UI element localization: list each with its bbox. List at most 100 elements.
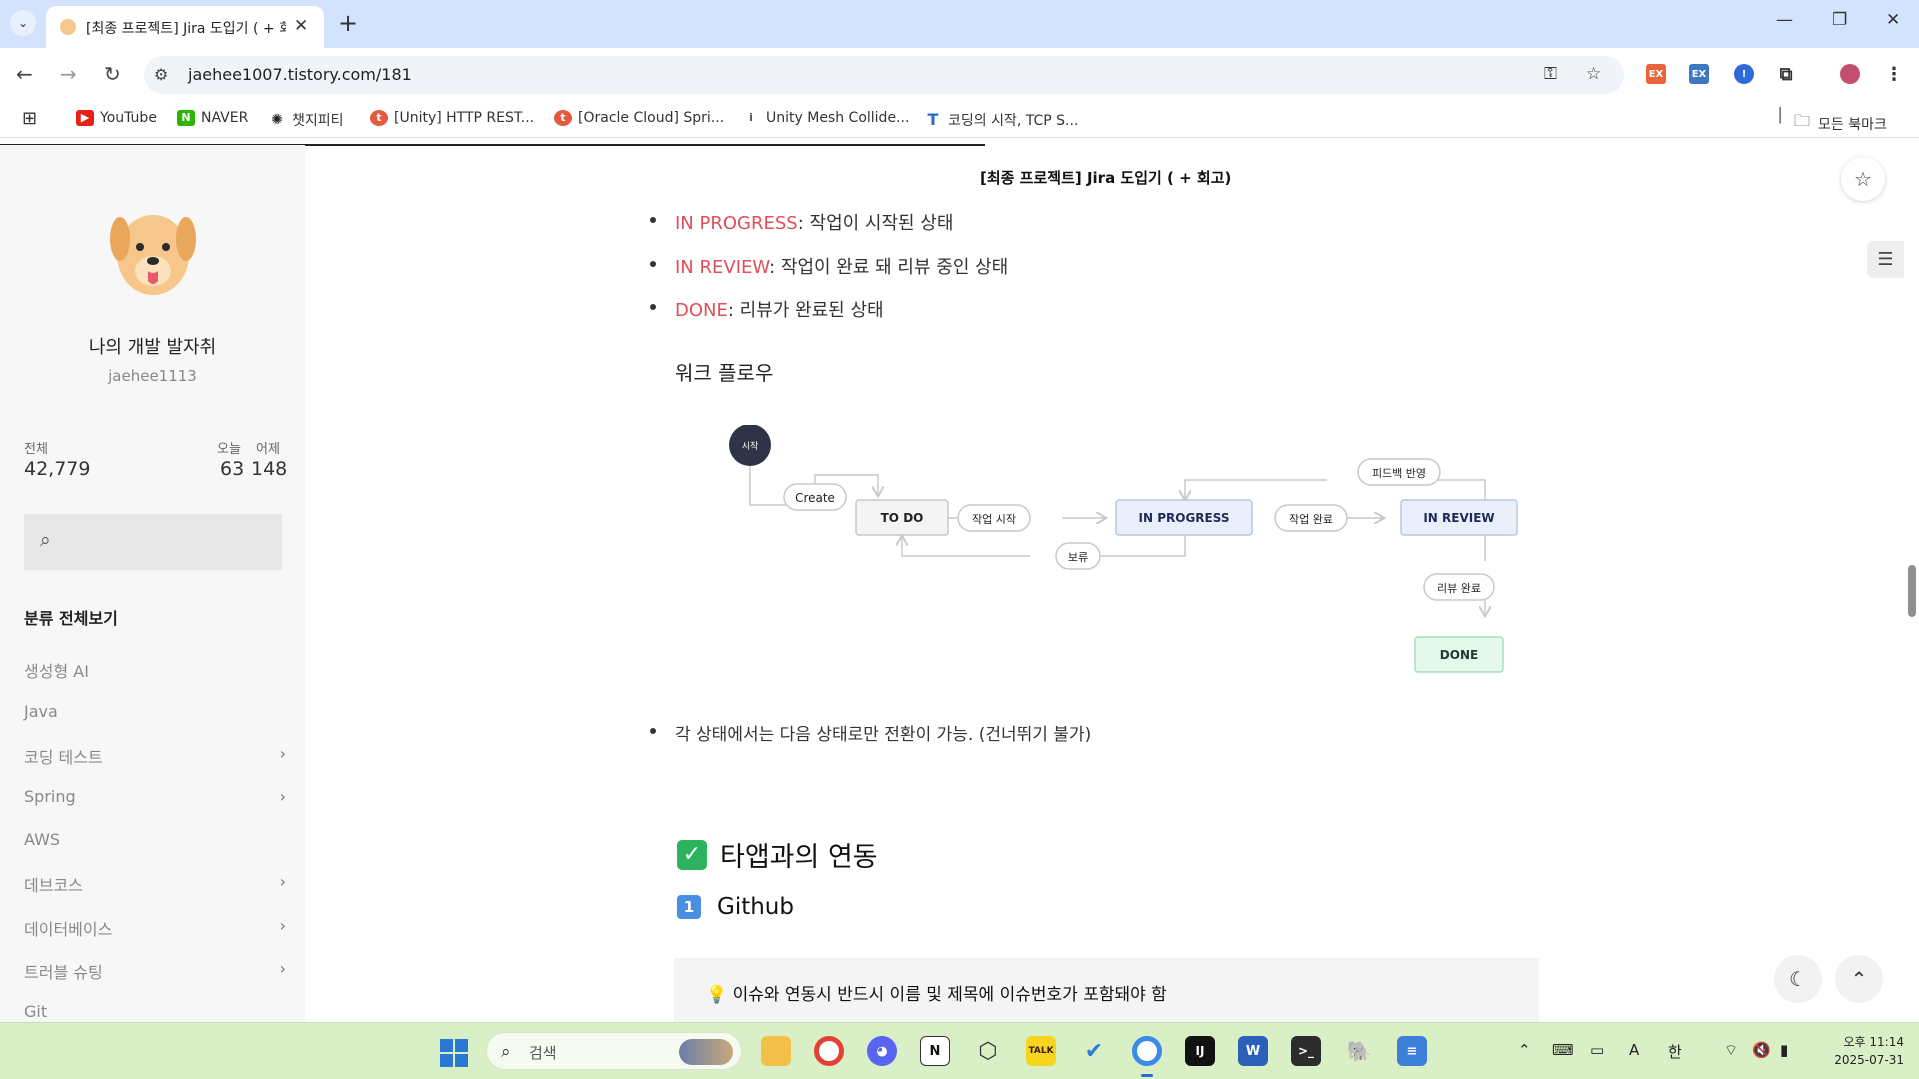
bookmark-tcp[interactable]: T 코딩의 시작, TCP S... <box>924 110 1078 130</box>
search-highlight-image <box>679 1039 733 1065</box>
extension-ex-blue-icon[interactable]: EX <box>1689 64 1709 84</box>
search-icon[interactable]: ⌕ <box>40 529 51 551</box>
chevron-right-icon[interactable]: › <box>280 959 286 978</box>
blog-avatar-dog-icon[interactable] <box>108 205 198 300</box>
taskbar-search-input[interactable]: ⌕ 검색 <box>486 1032 742 1070</box>
back-button[interactable]: ← <box>16 62 33 86</box>
bookmark-oracle-cloud[interactable]: t [Oracle Cloud] Spri... <box>554 110 724 126</box>
naver-icon: N <box>177 110 195 126</box>
tab-search-button[interactable]: ⌄ <box>10 10 36 36</box>
category-item[interactable]: Java <box>24 702 286 726</box>
apps-grid-icon[interactable]: ⊞ <box>22 108 37 129</box>
category-item[interactable]: 코딩 테스트 › <box>24 744 286 768</box>
browser-menu-icon[interactable]: ⋮ <box>1884 64 1904 85</box>
extension-ex-orange-icon[interactable]: EX <box>1646 64 1666 84</box>
tray-overflow-chevron-icon[interactable]: ⌃ <box>1518 1041 1531 1059</box>
category-all-link[interactable]: 분류 전체보기 <box>24 605 118 629</box>
transition-start-work-label: 작업 시작 <box>972 513 1016 526</box>
profile-avatar[interactable] <box>1840 64 1860 84</box>
extensions-puzzle-icon[interactable]: ⧉ <box>1776 64 1796 85</box>
bullet <box>650 304 656 310</box>
bookmark-chatgpt[interactable]: ✺ 챗지피티 <box>268 110 344 130</box>
extension-shield-icon[interactable]: ! <box>1734 64 1754 84</box>
reload-button[interactable]: ↻ <box>104 62 121 86</box>
windows-start-icon[interactable] <box>440 1039 468 1067</box>
favorite-star-button[interactable]: ☆ <box>1841 157 1885 201</box>
address-bar[interactable]: ⚙ jaehee1007.tistory.com/181 ⚿ ☆ <box>144 56 1624 94</box>
tab-strip: ⌄ [최종 프로젝트] Jira 도입기 ( + 회고) ✕ + — ❐ ✕ <box>0 0 1919 48</box>
callout-box: 💡 이슈와 연동시 반드시 이름 및 제목에 이슈번호가 포함돼야 함 <box>674 958 1539 1022</box>
visits-total-value: 42,779 <box>24 458 91 480</box>
chevron-right-icon[interactable]: › <box>280 787 286 806</box>
category-item[interactable]: 생성형 AI <box>24 658 286 682</box>
bookmark-star-icon[interactable]: ☆ <box>1586 64 1601 84</box>
terminal-icon[interactable]: >_ <box>1291 1036 1321 1066</box>
tab-active[interactable]: [최종 프로젝트] Jira 도입기 ( + 회고) ✕ <box>46 6 324 48</box>
category-item[interactable]: 데이터베이스 › <box>24 916 286 940</box>
chrome-active-icon[interactable] <box>1132 1036 1162 1066</box>
bookmark-unity-http[interactable]: t [Unity] HTTP REST... <box>370 110 534 126</box>
chatgpt-icon: ✺ <box>268 112 286 128</box>
status-list-item: DONE: 리뷰가 완료된 상태 <box>650 296 884 322</box>
category-item[interactable]: Git <box>24 1002 286 1022</box>
bullet <box>650 217 656 223</box>
transition-hold-label: 보류 <box>1068 551 1088 564</box>
discord-icon[interactable]: ◕ <box>867 1036 897 1066</box>
dark-mode-toggle[interactable]: ☾ <box>1774 955 1822 1003</box>
restore-button[interactable]: ❐ <box>1832 10 1847 30</box>
minimize-button[interactable]: — <box>1776 10 1793 30</box>
postgresql-icon[interactable]: 🐘 <box>1344 1036 1374 1066</box>
volume-muted-icon[interactable]: 🔇 <box>1752 1041 1771 1059</box>
file-explorer-icon[interactable] <box>761 1036 791 1066</box>
chrome-icon[interactable] <box>814 1036 844 1066</box>
keyboard-icon[interactable]: ⌨ <box>1552 1041 1574 1059</box>
blog-search-input[interactable]: ⌕ <box>24 514 282 570</box>
site-info-icon[interactable]: ⚙ <box>154 65 168 84</box>
taskbar-clock[interactable]: 오후 11:14 2025-07-31 <box>1814 1033 1904 1069</box>
password-key-icon[interactable]: ⚿ <box>1544 64 1557 84</box>
bookmark-naver[interactable]: N NAVER <box>177 110 248 126</box>
visits-today-label: 오늘 <box>217 442 241 457</box>
wifi-icon[interactable]: ⌔ <box>1724 1041 1738 1060</box>
url-text[interactable]: jaehee1007.tistory.com/181 <box>188 65 412 84</box>
ime-indicator[interactable]: 한 <box>1668 1041 1682 1062</box>
category-item[interactable]: Spring › <box>24 787 286 811</box>
connector-feedback-inprogress <box>1185 479 1327 499</box>
bookmark-unity-mesh[interactable]: i Unity Mesh Collide... <box>742 110 909 126</box>
category-item[interactable]: AWS <box>24 830 286 854</box>
notepad-icon[interactable]: ≡ <box>1397 1036 1427 1066</box>
tab-close-icon[interactable]: ✕ <box>294 16 308 36</box>
category-item[interactable]: 트러블 슈팅 › <box>24 959 286 983</box>
bookmark-youtube[interactable]: ▶ YouTube <box>76 110 157 126</box>
article-sticky-title: [최종 프로젝트] Jira 도입기 ( + 회고) <box>980 169 1232 187</box>
forward-button[interactable]: → <box>60 62 77 86</box>
state-todo-label: TO DO <box>881 511 924 525</box>
chevron-right-icon[interactable]: › <box>280 916 286 935</box>
connector-hold-todo <box>902 537 1030 557</box>
scroll-top-button[interactable]: ⌃ <box>1835 955 1883 1003</box>
bookmarks-bar: ⊞ ▶ YouTube N NAVER ✺ 챗지피티 t [Unity] HTTP RE… <box>0 102 1919 138</box>
close-window-button[interactable]: ✕ <box>1886 10 1900 30</box>
unity-icon[interactable]: ⬡ <box>973 1036 1003 1066</box>
youtube-icon: ▶ <box>76 110 94 126</box>
all-bookmarks-button[interactable]: 🗀 모든 북마크 <box>1794 110 1887 137</box>
category-item[interactable]: 데브코스 › <box>24 872 286 896</box>
tablet-icon[interactable]: ▭ <box>1590 1041 1604 1059</box>
new-tab-button[interactable]: + <box>338 9 358 37</box>
search-icon: ⌕ <box>501 1042 511 1062</box>
chevron-right-icon[interactable]: › <box>280 872 286 891</box>
battery-icon[interactable]: ▮ <box>1780 1041 1788 1059</box>
scrollbar-thumb[interactable] <box>1908 565 1916 617</box>
start-label: 시작 <box>742 441 759 452</box>
word-icon[interactable]: W <box>1238 1036 1268 1066</box>
todo-check-icon[interactable]: ✔ <box>1079 1036 1109 1066</box>
kakaotalk-icon[interactable]: TALK <box>1026 1036 1056 1066</box>
intellij-icon[interactable]: IJ <box>1185 1036 1215 1066</box>
chevron-right-icon[interactable]: › <box>280 744 286 763</box>
folder-icon: 🗀 <box>1794 111 1811 130</box>
blog-name[interactable]: 나의 개발 발자취 <box>0 333 305 359</box>
table-of-contents-icon[interactable]: ☰ <box>1867 241 1904 278</box>
pen-icon[interactable]: A <box>1629 1041 1639 1059</box>
notion-icon[interactable]: N <box>920 1036 950 1066</box>
create-label: Create <box>795 491 835 505</box>
